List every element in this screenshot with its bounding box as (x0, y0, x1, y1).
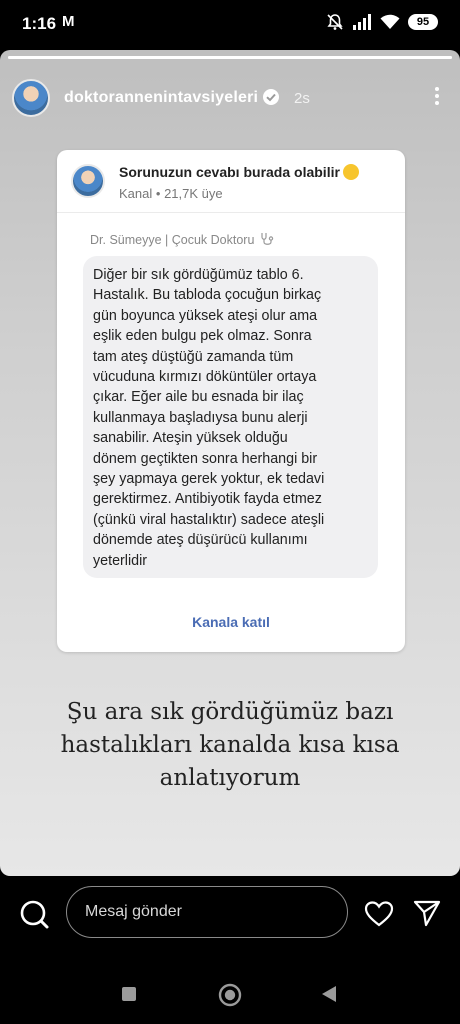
story-progress-bar (8, 56, 452, 59)
back-icon[interactable] (320, 985, 338, 1003)
story-progress-fill (8, 56, 452, 59)
gmail-icon: M (62, 13, 75, 30)
channel-name: Sorunuzun cevabı burada olabilir (119, 164, 359, 180)
heart-icon[interactable] (364, 900, 394, 928)
story-time-ago: 2s (294, 90, 310, 107)
story-view[interactable]: doktorannenintavsiyeleri 2s Sorunuzun ce… (0, 50, 460, 876)
message-sender: Dr. Sümeyye | Çocuk Doktoru (90, 232, 276, 247)
story-header: doktorannenintavsiyeleri 2s (12, 76, 448, 120)
join-channel-button[interactable]: Kanala katıl (57, 614, 405, 630)
message-input[interactable] (66, 886, 348, 938)
mute-icon (327, 14, 343, 30)
battery-icon: 95 (408, 14, 438, 30)
channel-header: Sorunuzun cevabı burada olabilir Kanal •… (71, 164, 391, 204)
card-divider (57, 212, 405, 213)
status-time: 1:16 (22, 14, 57, 33)
stethoscope-icon (261, 233, 274, 245)
story-username[interactable]: doktorannenintavsiyeleri (64, 89, 258, 107)
status-icons: 95 (326, 13, 438, 31)
channel-card[interactable]: Sorunuzun cevabı burada olabilir Kanal •… (57, 150, 405, 652)
home-icon[interactable] (218, 983, 242, 1007)
meta-separator: • (155, 186, 161, 201)
system-nav-bar (0, 956, 460, 1024)
channel-meta: Kanal • 21,7K üye (119, 186, 223, 201)
status-bar: 1:16 M 95 (0, 0, 460, 50)
channel-members: 21,7K üye (164, 186, 223, 201)
wifi-icon (380, 14, 400, 29)
sender-name: Dr. Sümeyye | Çocuk Doktoru (90, 233, 255, 247)
camera-icon[interactable] (18, 898, 50, 930)
channel-type: Kanal (119, 186, 153, 201)
message-bubble: Diğer bir sık gördüğümüz tablo 6. Hastal… (83, 256, 378, 578)
smiling-emoji-icon (342, 164, 359, 180)
send-icon[interactable] (412, 898, 442, 928)
channel-avatar (71, 164, 105, 198)
recents-icon[interactable] (122, 987, 136, 1001)
more-options-icon[interactable] (430, 84, 444, 110)
channel-name-text: Sorunuzun cevabı burada olabilir (119, 164, 340, 180)
signal-icon (353, 14, 371, 30)
avatar[interactable] (12, 79, 50, 117)
reply-bar (0, 876, 460, 956)
verified-icon (263, 89, 279, 105)
story-caption: Şu ara sık gördüğümüz bazı hastalıkları … (60, 699, 400, 791)
message-text: Diğer bir sık gördüğümüz tablo 6. Hastal… (93, 267, 325, 569)
